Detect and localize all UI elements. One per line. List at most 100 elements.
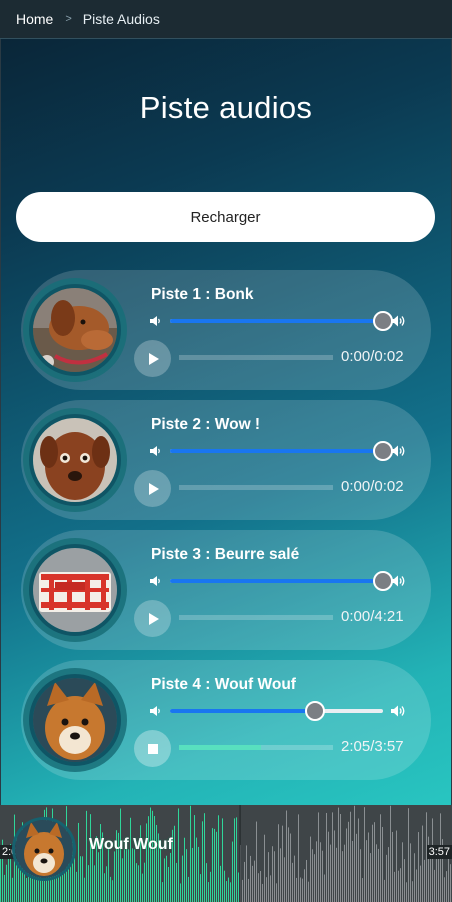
waveform-bar (148, 816, 149, 902)
shiba-photo (15, 820, 73, 878)
waveform-bar (260, 870, 261, 902)
volume-slider[interactable] (170, 571, 393, 591)
track-progress-bar[interactable] (179, 355, 333, 360)
waveform-bar (252, 865, 253, 902)
track-progress-bar[interactable] (179, 745, 333, 750)
track-avatar (29, 414, 121, 506)
waveform-bar (406, 882, 407, 902)
player-title: Wouf Wouf (89, 836, 173, 853)
play-button[interactable] (134, 600, 171, 637)
waveform-bar (90, 814, 91, 902)
waveform-bar (408, 808, 409, 902)
waveform-bar (382, 826, 383, 902)
waveform-bar (430, 852, 431, 902)
volume-high-icon[interactable] (391, 704, 407, 718)
volume-slider-thumb[interactable] (373, 441, 393, 461)
track-progress-bar[interactable] (179, 485, 333, 490)
volume-slider[interactable] (170, 701, 383, 721)
volume-low-icon[interactable] (150, 705, 162, 717)
waveform-bar (234, 818, 235, 902)
waveform-bar (330, 844, 331, 902)
volume-slider-thumb[interactable] (373, 311, 393, 331)
waveform-bar (248, 878, 249, 902)
waveform-bar (120, 808, 121, 902)
reload-button[interactable]: Recharger (16, 192, 435, 242)
waveform-bar (94, 865, 95, 902)
waveform-bar (230, 882, 231, 902)
waveform-bar (242, 879, 243, 902)
track-progress-fill (179, 745, 261, 750)
waveform-bar (124, 849, 125, 902)
waveform-bar (180, 883, 181, 902)
waveform-bar (302, 878, 303, 902)
waveform-bar (288, 827, 289, 902)
waveform-bar (352, 840, 353, 902)
waveform-bar (98, 852, 99, 902)
waveform-bar (402, 842, 403, 902)
waveform-bar (394, 871, 395, 902)
waveform-bar (320, 842, 321, 902)
volume-slider[interactable] (170, 441, 393, 461)
track-card-3: Piste 3 : Beurre salé 0:00/4:21 (21, 530, 431, 650)
waveform-bar (446, 871, 447, 902)
waveform-bar (246, 845, 247, 902)
waveform-bar (166, 855, 167, 902)
waveform-bar (108, 848, 109, 902)
volume-high-icon[interactable] (391, 574, 407, 588)
volume-high-icon[interactable] (391, 444, 407, 458)
waveform-bar (334, 830, 335, 902)
volume-low-icon[interactable] (150, 575, 162, 587)
waveform-bar (396, 830, 397, 902)
play-button[interactable] (134, 470, 171, 507)
track-time: 0:00/4:21 (341, 608, 404, 625)
track-progress-bar[interactable] (179, 615, 333, 620)
waveform-bar (196, 837, 197, 902)
waveform-bar (6, 864, 7, 902)
waveform-bar (264, 834, 265, 902)
waveform-bar (164, 858, 165, 902)
volume-slider-fill (170, 449, 383, 453)
waveform-bar (112, 880, 113, 902)
waveform-bar (340, 814, 341, 902)
waveform-bar (424, 859, 425, 902)
waveform-bar (336, 847, 337, 902)
track-card-1: Piste 1 : Bonk 0:00/0:02 (21, 270, 431, 390)
waveform-bar (376, 844, 377, 902)
waveform-bar (184, 837, 185, 902)
volume-slider[interactable] (170, 311, 393, 331)
waveform-bar (364, 807, 365, 902)
track-time: 2:05/3:57 (341, 738, 404, 755)
play-icon (148, 612, 159, 625)
waveform-bar (188, 876, 189, 902)
track-avatar (29, 544, 121, 636)
volume-slider-thumb[interactable] (373, 571, 393, 591)
waveform-bar (238, 872, 239, 902)
waveform-bar (110, 876, 111, 902)
track-avatar-ring (23, 408, 127, 512)
breadcrumb-home-link[interactable]: Home (16, 11, 53, 27)
waveform-bar (80, 856, 81, 902)
volume-low-icon[interactable] (150, 445, 162, 457)
waveform-bar (368, 832, 369, 902)
volume-slider-thumb[interactable] (304, 701, 325, 721)
stop-button[interactable] (134, 730, 171, 767)
waveform-bar (386, 854, 387, 902)
volume-high-icon[interactable] (391, 314, 407, 328)
waveform-bar (328, 831, 329, 902)
waveform-bar (134, 849, 135, 902)
dog-wow-photo (33, 418, 117, 502)
waveform-player[interactable]: 2:05 3:57 Wouf Wouf (0, 805, 452, 902)
waveform-bar (278, 824, 279, 902)
waveform-bar (88, 865, 89, 902)
waveform-bar (398, 870, 399, 902)
volume-low-icon[interactable] (150, 315, 162, 327)
dog-bonk-photo (33, 288, 117, 372)
waveform-bar (412, 881, 413, 902)
waveform-bar (64, 870, 65, 902)
waveform-bar (84, 877, 85, 902)
waveform-bar (142, 873, 143, 902)
waveform-bar (152, 810, 153, 902)
waveform-bar (194, 815, 195, 902)
waveform-bar (360, 849, 361, 902)
play-button[interactable] (134, 340, 171, 377)
